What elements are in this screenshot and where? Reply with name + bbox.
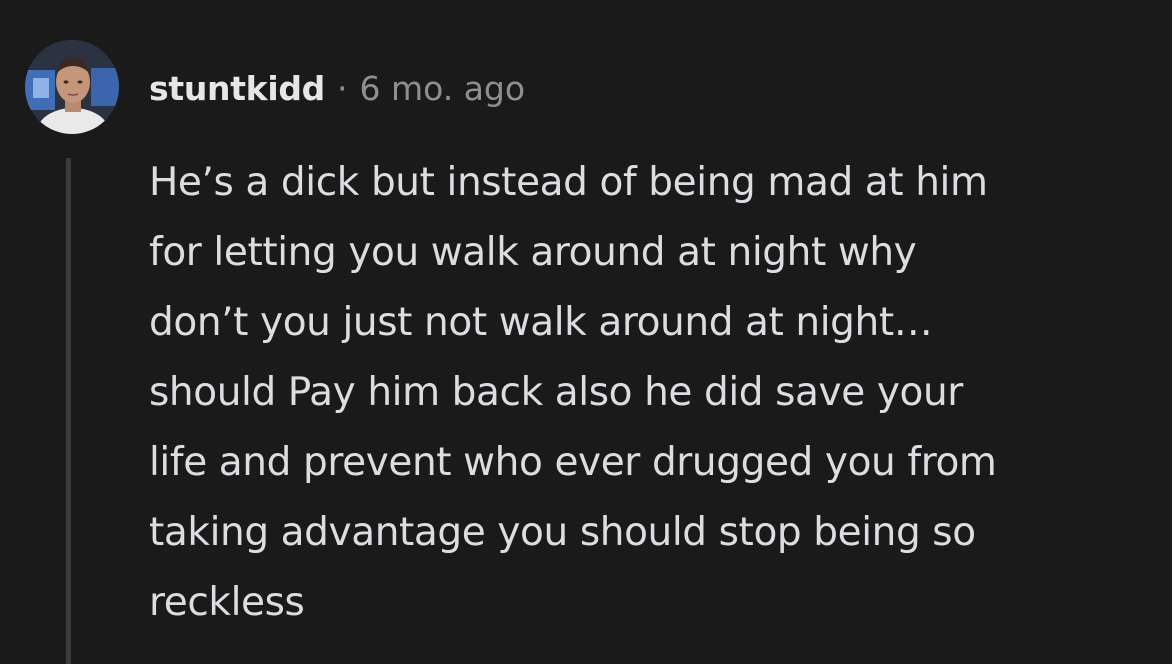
comment-body-line: He’s a dick but instead of being mad at …: [149, 160, 988, 205]
comment-timestamp[interactable]: 6 mo. ago: [359, 69, 525, 108]
comment-body-line: reckless: [149, 580, 305, 625]
user-avatar[interactable]: [25, 40, 119, 134]
comment-body-line: life and prevent who ever drugged you fr…: [149, 440, 997, 485]
comment-body: He’s a dick but instead of being mad at …: [149, 148, 1149, 638]
comment-body-line: should Pay him back also he did save you…: [149, 370, 963, 415]
comment-body-line: for letting you walk around at night why: [149, 230, 917, 275]
avatar-image: [25, 40, 119, 134]
comment-meta: stuntkidd · 6 mo. ago: [149, 62, 525, 114]
comment: stuntkidd · 6 mo. ago He’s a dick but in…: [0, 0, 1172, 664]
meta-separator: ·: [336, 68, 348, 108]
author-username[interactable]: stuntkidd: [149, 69, 325, 108]
comment-body-line: don’t you just not walk around at night…: [149, 300, 933, 345]
comment-body-line: taking advantage you should stop being s…: [149, 510, 976, 555]
thread-collapse-line[interactable]: [66, 158, 71, 664]
